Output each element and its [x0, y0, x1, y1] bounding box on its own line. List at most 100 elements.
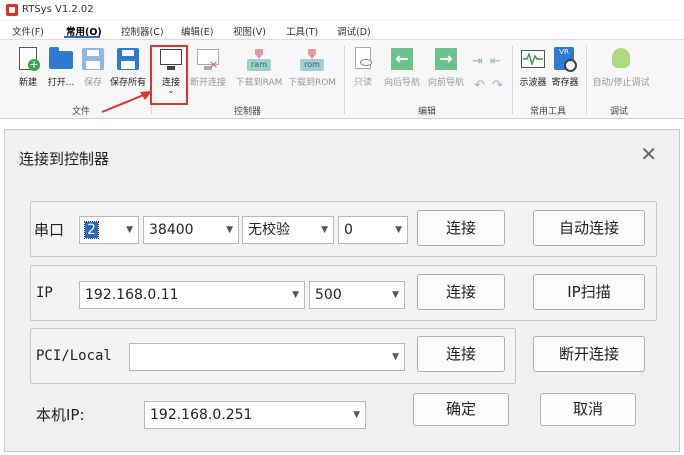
save-icon: [82, 48, 104, 70]
open-label: 打开...: [47, 78, 75, 88]
tools-group-label: 常用工具: [530, 107, 567, 117]
navigate-back-button[interactable]: ← 向后导航: [380, 46, 424, 92]
chevron-down-icon: ▼: [126, 225, 133, 235]
save-all-button[interactable]: 保存所有: [108, 46, 148, 92]
baud-rate-value: 38400: [149, 222, 194, 238]
local-ip-select[interactable]: 192.168.0.251 ▼: [144, 401, 366, 429]
group-divider: [344, 46, 345, 114]
oscilloscope-label: 示波器: [519, 78, 547, 88]
folder-icon: [49, 47, 73, 69]
cancel-button[interactable]: 取消: [540, 393, 636, 426]
chevron-down-icon: ▼: [292, 290, 299, 300]
arrow-left-icon: ←: [391, 48, 413, 70]
open-button[interactable]: 打开...: [46, 46, 76, 92]
ip-connect-button[interactable]: 连接: [417, 274, 505, 310]
serial-port-select[interactable]: 2 ▼: [79, 216, 139, 244]
callout-arrow-icon: [101, 91, 152, 113]
serial-extra-select[interactable]: 0 ▼: [338, 216, 408, 244]
auto-debug-label: 自动/停止调试: [592, 78, 650, 88]
ip-address-value: 192.168.0.11: [85, 287, 179, 303]
register-label: 寄存器: [551, 78, 579, 88]
indent-icon[interactable]: ⇥: [472, 54, 483, 69]
menu-tools[interactable]: 工具(T): [286, 24, 318, 38]
ip-port-select[interactable]: 500 ▼: [309, 281, 405, 309]
disconnect-ribbon-button[interactable]: × 断开连接: [189, 46, 227, 92]
oscilloscope-button[interactable]: 示波器: [516, 46, 550, 92]
outdent-icon[interactable]: ⇤: [490, 54, 501, 69]
navigate-forward-label: 向前导航: [427, 78, 464, 88]
download-ram-icon: ram: [247, 49, 271, 71]
save-label: 保存: [83, 78, 102, 88]
serial-connect-button[interactable]: 连接: [417, 210, 505, 246]
file-group-label: 文件: [72, 107, 91, 117]
close-icon[interactable]: ✕: [640, 142, 657, 166]
readonly-button[interactable]: 只读: [350, 46, 376, 92]
serial-port-value: 2: [84, 221, 99, 239]
new-label: 新建: [18, 78, 37, 88]
auto-debug-button[interactable]: 自动/停止调试: [590, 46, 652, 92]
group-divider: [586, 46, 587, 114]
save-all-icon: [117, 48, 139, 70]
debug-group-label: 调试: [610, 107, 629, 117]
download-rom-icon: rom: [300, 49, 324, 71]
dialog-title: 连接到控制器: [19, 150, 110, 168]
save-all-label: 保存所有: [109, 78, 146, 88]
eye-icon: [360, 59, 372, 66]
local-ip-value: 192.168.0.251: [150, 407, 253, 423]
download-ram-label: 下载到RAM: [235, 78, 283, 88]
redo-icon[interactable]: ↷: [492, 78, 503, 93]
disconnect-ribbon-label: 断开连接: [189, 78, 226, 88]
plus-icon: +: [28, 58, 40, 71]
pci-connect-button[interactable]: 连接: [417, 336, 505, 372]
active-menu-indicator: [64, 36, 100, 38]
parity-select[interactable]: 无校验 ▼: [242, 216, 334, 244]
download-ram-button[interactable]: ram 下载到RAM: [232, 46, 286, 92]
local-ip-label: 本机IP:: [36, 406, 85, 424]
save-button[interactable]: 保存: [80, 46, 106, 92]
menu-bar: 文件(F) 常用(O) 控制器(C) 编辑(E) 视图(V) 工具(T) 调试(…: [0, 21, 684, 40]
chevron-down-icon: ▼: [353, 410, 360, 420]
ip-scan-button[interactable]: IP扫描: [533, 274, 645, 310]
undo-icon[interactable]: ↶: [474, 78, 485, 93]
serial-extra-value: 0: [344, 222, 353, 238]
ok-button[interactable]: 确定: [413, 393, 509, 426]
pci-label: PCI/Local: [36, 348, 112, 364]
pci-select[interactable]: ▼: [129, 343, 405, 371]
x-icon: ×: [209, 58, 219, 71]
ip-label: IP: [36, 285, 53, 301]
chevron-down-icon: ▼: [321, 225, 328, 235]
chevron-down-icon: ▼: [395, 225, 402, 235]
register-button[interactable]: VR 寄存器: [550, 46, 580, 92]
download-rom-label: 下载到ROM: [287, 78, 337, 88]
connect-dialog: 连接到控制器 ✕ 串口 2 ▼ 38400 ▼ 无校验 ▼ 0 ▼ 连接 自动连接 IP…: [4, 129, 680, 452]
ram-tag: ram: [247, 59, 271, 71]
auto-connect-button[interactable]: 自动连接: [533, 210, 645, 246]
menu-controller[interactable]: 控制器(C): [121, 24, 164, 38]
download-rom-button[interactable]: rom 下载到ROM: [286, 46, 338, 92]
parity-value: 无校验: [248, 222, 290, 238]
menu-edit[interactable]: 编辑(E): [181, 24, 213, 38]
menu-debug[interactable]: 调试(D): [337, 24, 371, 38]
chevron-down-icon: ▼: [392, 352, 399, 362]
rom-tag: rom: [300, 59, 324, 71]
app-logo-icon: [6, 4, 18, 16]
serial-label: 串口: [34, 221, 65, 239]
group-divider: [512, 46, 513, 114]
menu-view[interactable]: 视图(V): [233, 24, 266, 38]
navigate-forward-button[interactable]: → 向前导航: [424, 46, 468, 92]
edit-group-label: 编辑: [418, 107, 437, 117]
readonly-label: 只读: [353, 78, 372, 88]
ip-address-select[interactable]: 192.168.0.11 ▼: [79, 281, 305, 309]
new-button[interactable]: + 新建: [14, 46, 42, 92]
menu-file[interactable]: 文件(F): [12, 24, 44, 38]
magnifier-icon: [564, 59, 577, 72]
navigate-back-label: 向后导航: [383, 78, 420, 88]
ip-port-value: 500: [315, 287, 342, 303]
app-title: RTSys V1.2.02: [22, 4, 94, 15]
bug-icon: [612, 48, 630, 68]
controller-group-label: 控制器: [234, 107, 262, 117]
oscilloscope-icon: [521, 50, 545, 68]
disconnect-button[interactable]: 断开连接: [533, 336, 645, 372]
baud-rate-select[interactable]: 38400 ▼: [143, 216, 239, 244]
title-bar: RTSys V1.2.02: [0, 0, 684, 20]
